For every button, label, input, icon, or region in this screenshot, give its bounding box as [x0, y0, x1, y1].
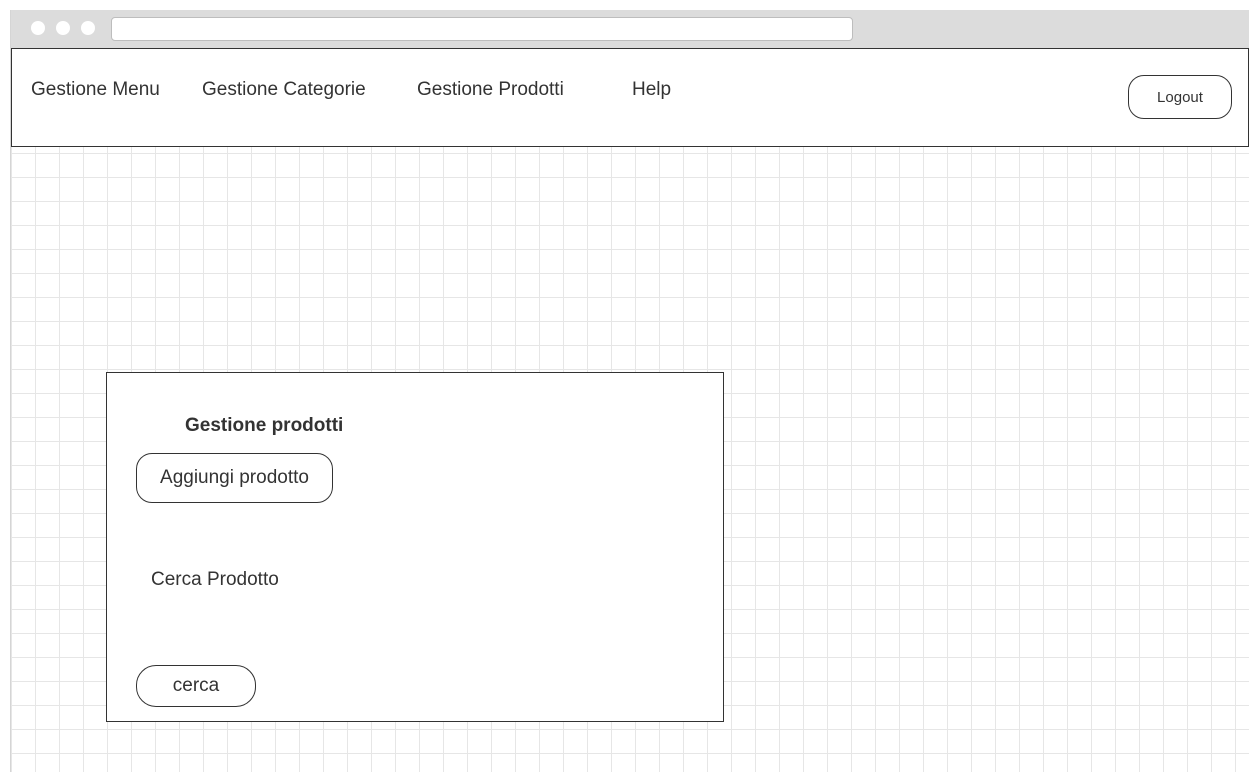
nav-gestione-menu[interactable]: Gestione Menu [31, 79, 160, 101]
grid-canvas: Gestione prodotti Aggiungi prodotto Cerc… [11, 147, 1249, 772]
window-maximize-dot[interactable] [81, 21, 95, 35]
nav-help[interactable]: Help [632, 79, 671, 101]
nav-gestione-categorie[interactable]: Gestione Categorie [202, 79, 366, 101]
logout-button[interactable]: Logout [1128, 75, 1232, 119]
browser-window: Gestione Menu Gestione Categorie Gestion… [10, 10, 1249, 772]
add-product-button[interactable]: Aggiungi prodotto [136, 453, 333, 503]
browser-titlebar [11, 10, 1249, 48]
nav-gestione-prodotti[interactable]: Gestione Prodotti [417, 79, 564, 101]
product-management-panel: Gestione prodotti Aggiungi prodotto Cerc… [106, 372, 724, 722]
address-bar[interactable] [111, 17, 853, 41]
panel-title: Gestione prodotti [185, 415, 344, 436]
search-button[interactable]: cerca [136, 665, 256, 707]
search-product-label: Cerca Prodotto [151, 569, 279, 590]
window-minimize-dot[interactable] [56, 21, 70, 35]
window-close-dot[interactable] [31, 21, 45, 35]
top-navbar: Gestione Menu Gestione Categorie Gestion… [11, 48, 1249, 147]
